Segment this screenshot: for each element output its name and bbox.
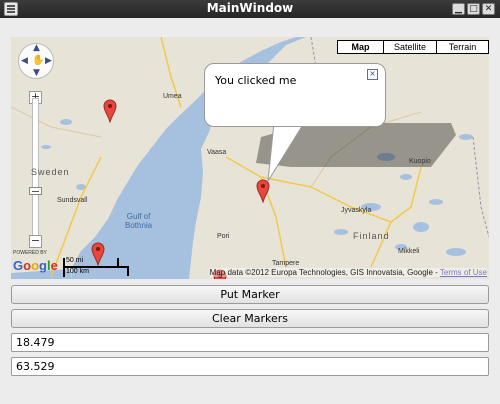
minimize-icon[interactable]: ▁ <box>452 3 465 15</box>
info-window-close-icon[interactable]: × <box>367 69 378 80</box>
logo-letter: e <box>50 258 58 273</box>
map-type-terrain-button[interactable]: Terrain <box>436 41 488 53</box>
terms-of-use-link[interactable]: Terms of Use <box>440 268 487 277</box>
clear-markers-button[interactable]: Clear Markers <box>11 309 489 328</box>
city-label: Pori <box>217 233 230 240</box>
scale-bar: 50 mi 100 km <box>63 257 133 277</box>
pan-right-icon[interactable]: ▶ <box>45 56 52 66</box>
copyright-text: Map data ©2012 Europa Technologies, GIS … <box>209 268 440 277</box>
title-bar: MainWindow ▁ □ ✕ <box>0 0 500 18</box>
hand-icon[interactable]: ✋ <box>32 55 44 66</box>
map-type-control: Map Satellite Terrain <box>337 40 489 54</box>
map-marker[interactable] <box>103 99 117 123</box>
city-label: Sundsvall <box>57 197 88 204</box>
longitude-field[interactable]: 18.479 <box>11 333 489 352</box>
latitude-field[interactable]: 63.529 <box>11 357 489 376</box>
water-label: Gulf of Bothnia <box>125 212 152 230</box>
pan-left-icon[interactable]: ◀ <box>21 56 28 66</box>
map-attribution: Map data ©2012 Europa Technologies, GIS … <box>209 268 487 277</box>
map-view[interactable]: ▲ ◀ ▶ ▼ ✋ + − Map Satellite Terrain Umea… <box>11 37 489 279</box>
water-label-line: Bothnia <box>125 221 153 230</box>
city-label: Jyvaskyla <box>341 207 372 214</box>
maximize-icon[interactable]: □ <box>467 3 480 15</box>
info-window-text: You clicked me <box>215 74 297 87</box>
google-logo[interactable]: Google <box>13 258 58 273</box>
close-icon[interactable]: ✕ <box>482 3 495 15</box>
water-label-line: Gulf of <box>126 212 151 221</box>
logo-letter: G <box>13 258 24 273</box>
info-window-tail <box>267 123 305 182</box>
city-label: Tampere <box>272 260 300 267</box>
city-label: Umea <box>163 93 182 100</box>
main-window: MainWindow ▁ □ ✕ ▲ ◀ ▶ ▼ ✋ + − Map Satel… <box>0 0 500 404</box>
zoom-out-button[interactable]: − <box>29 235 42 248</box>
pan-down-icon[interactable]: ▼ <box>33 68 40 78</box>
logo-letter: o <box>31 258 40 273</box>
powered-by-label: POWERED BY <box>13 250 47 256</box>
city-label: Mikkeli <box>398 248 420 255</box>
logo-letter: o <box>23 258 32 273</box>
scale-miles: 50 mi <box>66 257 84 264</box>
logo-letter: g <box>39 258 47 273</box>
pan-control[interactable]: ▲ ◀ ▶ ▼ ✋ <box>18 43 54 79</box>
scale-km: 100 km <box>66 268 89 275</box>
city-label: Vaasa <box>207 149 227 156</box>
zoom-slider-handle[interactable] <box>29 187 42 195</box>
put-marker-button[interactable]: Put Marker <box>11 285 489 304</box>
map-type-satellite-button[interactable]: Satellite <box>383 41 436 53</box>
country-label: Finland <box>353 231 390 241</box>
country-label: Sweden <box>31 167 70 177</box>
city-label: Kuopio <box>409 158 431 165</box>
pan-up-icon[interactable]: ▲ <box>33 43 40 53</box>
window-title: MainWindow <box>206 1 294 15</box>
map-type-map-button[interactable]: Map <box>338 41 383 53</box>
info-window: You clicked me × <box>204 63 386 127</box>
